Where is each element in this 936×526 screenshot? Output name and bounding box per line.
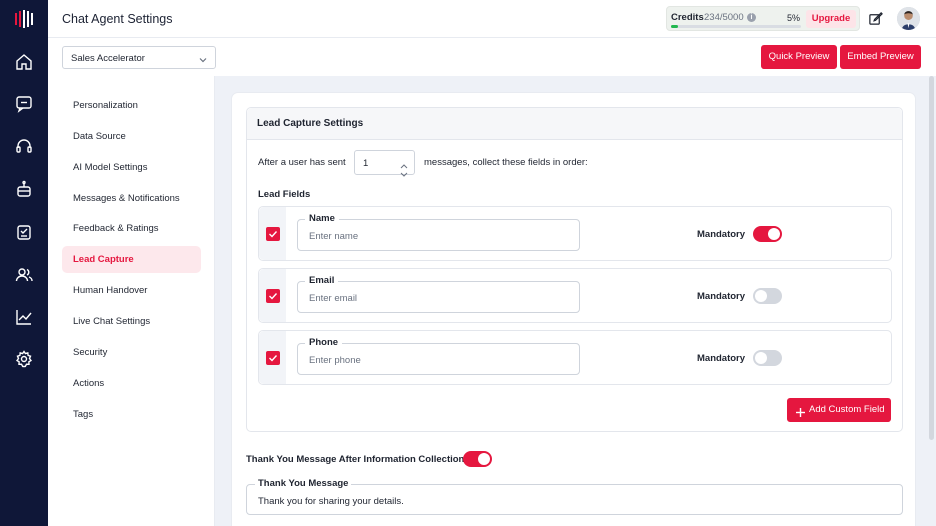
- thank-you-message-field[interactable]: Thank You Message Thank you for sharing …: [246, 478, 903, 515]
- credits-value: 234/5000: [704, 12, 744, 23]
- checkbox-cell: [259, 207, 286, 260]
- field-placeholder: Enter phone: [309, 355, 361, 366]
- card-header: Lead Capture Settings: [247, 108, 902, 140]
- home-icon[interactable]: [14, 52, 34, 72]
- tasks-icon[interactable]: [14, 222, 34, 242]
- after-prefix-text: After a user has sent: [258, 157, 346, 168]
- phone-field[interactable]: Phone Enter phone: [297, 337, 580, 375]
- name-field[interactable]: Name Enter name: [297, 213, 580, 251]
- toggle-knob: [768, 228, 780, 240]
- settings-icon[interactable]: [14, 349, 34, 369]
- menu-item-live-chat-settings[interactable]: Live Chat Settings: [62, 308, 201, 335]
- mandatory-toggle[interactable]: [753, 350, 782, 366]
- top-header: Chat Agent Settings Credits 234/5000 i 5…: [48, 0, 936, 38]
- thank-you-message-value: Thank you for sharing your details.: [258, 496, 404, 507]
- menu-item-security[interactable]: Security: [62, 339, 201, 366]
- main-panel: Lead Capture Settings After a user has s…: [231, 92, 916, 526]
- menu-item-personalization[interactable]: Personalization: [62, 92, 201, 119]
- menu-item-messages-notifications[interactable]: Messages & Notifications: [62, 185, 201, 212]
- field-label: Name: [305, 213, 339, 224]
- message-count-value: 1: [363, 158, 369, 169]
- lead-field-row: Name Enter name Mandatory: [258, 206, 892, 261]
- thank-you-field-label: Thank You Message: [255, 478, 352, 489]
- add-custom-field-button[interactable]: Add Custom Field: [787, 398, 891, 422]
- headset-icon[interactable]: [14, 136, 34, 156]
- credits-percent: 5%: [787, 13, 801, 23]
- lead-fields-label: Lead Fields: [258, 189, 311, 200]
- info-icon[interactable]: i: [747, 13, 756, 22]
- chat-icon[interactable]: [14, 94, 34, 114]
- menu-item-lead-capture[interactable]: Lead Capture: [62, 246, 201, 273]
- menu-item-ai-model-settings[interactable]: AI Model Settings: [62, 154, 201, 181]
- scrollbar[interactable]: [929, 76, 934, 440]
- field-checkbox[interactable]: [266, 227, 280, 241]
- settings-menu: Personalization Data Source AI Model Set…: [48, 76, 215, 526]
- card-title: Lead Capture Settings: [257, 118, 364, 129]
- stepper-up-icon[interactable]: [400, 156, 408, 169]
- bot-icon[interactable]: [14, 179, 34, 199]
- message-count-input[interactable]: 1: [354, 150, 415, 177]
- quick-preview-button[interactable]: Quick Preview: [761, 45, 837, 69]
- analytics-icon[interactable]: [14, 307, 34, 327]
- field-label: Email: [305, 275, 339, 286]
- avatar[interactable]: [897, 7, 920, 30]
- users-icon[interactable]: [14, 265, 34, 285]
- thank-you-toggle-label: Thank You Message After Information Coll…: [246, 454, 465, 465]
- app-rail: [0, 0, 48, 526]
- mandatory-label: Mandatory: [697, 353, 746, 364]
- thank-you-toggle[interactable]: [463, 451, 492, 467]
- credits-label: Credits: [671, 12, 704, 23]
- after-suffix-text: messages, collect these fields in order:: [424, 157, 588, 168]
- field-placeholder: Enter name: [309, 231, 359, 242]
- embed-preview-button[interactable]: Embed Preview: [840, 45, 921, 69]
- plus-icon: [795, 404, 806, 417]
- toggle-knob: [755, 290, 767, 302]
- menu-item-tags[interactable]: Tags: [62, 401, 201, 428]
- credits-widget: Credits 234/5000 i 5% Upgrade: [666, 6, 860, 31]
- page-title: Chat Agent Settings: [62, 12, 173, 26]
- lead-field-row: Email Enter email Mandatory: [258, 268, 892, 323]
- upgrade-button[interactable]: Upgrade: [806, 10, 856, 28]
- email-field[interactable]: Email Enter email: [297, 275, 580, 313]
- mandatory-toggle[interactable]: [753, 288, 782, 304]
- field-checkbox[interactable]: [266, 289, 280, 303]
- mandatory-label: Mandatory: [697, 229, 746, 240]
- toggle-knob: [755, 352, 767, 364]
- chevron-down-icon: [198, 52, 208, 63]
- agent-select-value: Sales Accelerator: [71, 53, 145, 64]
- field-label: Phone: [305, 337, 343, 348]
- brand-logo[interactable]: [14, 10, 34, 28]
- mandatory-label: Mandatory: [697, 291, 746, 302]
- menu-item-feedback-ratings[interactable]: Feedback & Ratings: [62, 215, 201, 242]
- agent-toolbar: Sales Accelerator Quick Preview Embed Pr…: [48, 38, 936, 76]
- add-custom-field-label: Add Custom Field: [809, 404, 885, 415]
- field-placeholder: Enter email: [309, 293, 358, 304]
- lead-field-row: Phone Enter phone Mandatory: [258, 330, 892, 385]
- toggle-knob: [478, 453, 490, 465]
- edit-icon[interactable]: [868, 11, 883, 26]
- mandatory-toggle[interactable]: [753, 226, 782, 242]
- checkbox-cell: [259, 269, 286, 322]
- credits-progress-bar: [671, 25, 801, 28]
- menu-item-data-source[interactable]: Data Source: [62, 123, 201, 150]
- field-checkbox[interactable]: [266, 351, 280, 365]
- credits-progress-fill: [671, 25, 678, 28]
- lead-capture-card: Lead Capture Settings After a user has s…: [246, 107, 903, 432]
- menu-item-human-handover[interactable]: Human Handover: [62, 277, 201, 304]
- menu-item-actions[interactable]: Actions: [62, 370, 201, 397]
- checkbox-cell: [259, 331, 286, 384]
- stepper-down-icon[interactable]: [400, 165, 408, 177]
- agent-select[interactable]: Sales Accelerator: [62, 46, 216, 69]
